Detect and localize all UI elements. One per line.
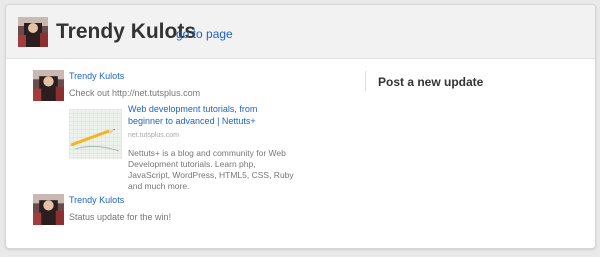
author-name-link[interactable]: Trendy Kulots bbox=[69, 71, 124, 81]
page-header: Trendy Kulots go to page bbox=[6, 5, 595, 59]
go-to-page-link[interactable]: go to page bbox=[176, 27, 233, 41]
page-card: Trendy Kulots go to page Post a new upda… bbox=[5, 4, 596, 249]
status-message: Status update for the win! bbox=[69, 212, 172, 222]
column-divider bbox=[365, 71, 366, 91]
author-avatar[interactable] bbox=[33, 194, 64, 225]
link-preview-title[interactable]: Web development tutorials, from beginner… bbox=[128, 103, 293, 127]
link-preview-description: Nettuts+ is a blog and community for Web… bbox=[128, 148, 294, 191]
pencil-grid-image bbox=[69, 109, 122, 159]
post-update-heading: Post a new update bbox=[378, 75, 484, 89]
link-thumbnail[interactable] bbox=[69, 109, 122, 159]
status-message: Check out http://net.tutsplus.com bbox=[69, 88, 201, 98]
link-preview-domain: net.tutsplus.com bbox=[128, 132, 179, 139]
author-avatar[interactable] bbox=[33, 70, 64, 101]
page-avatar[interactable] bbox=[18, 17, 48, 47]
author-name-link[interactable]: Trendy Kulots bbox=[69, 195, 124, 205]
